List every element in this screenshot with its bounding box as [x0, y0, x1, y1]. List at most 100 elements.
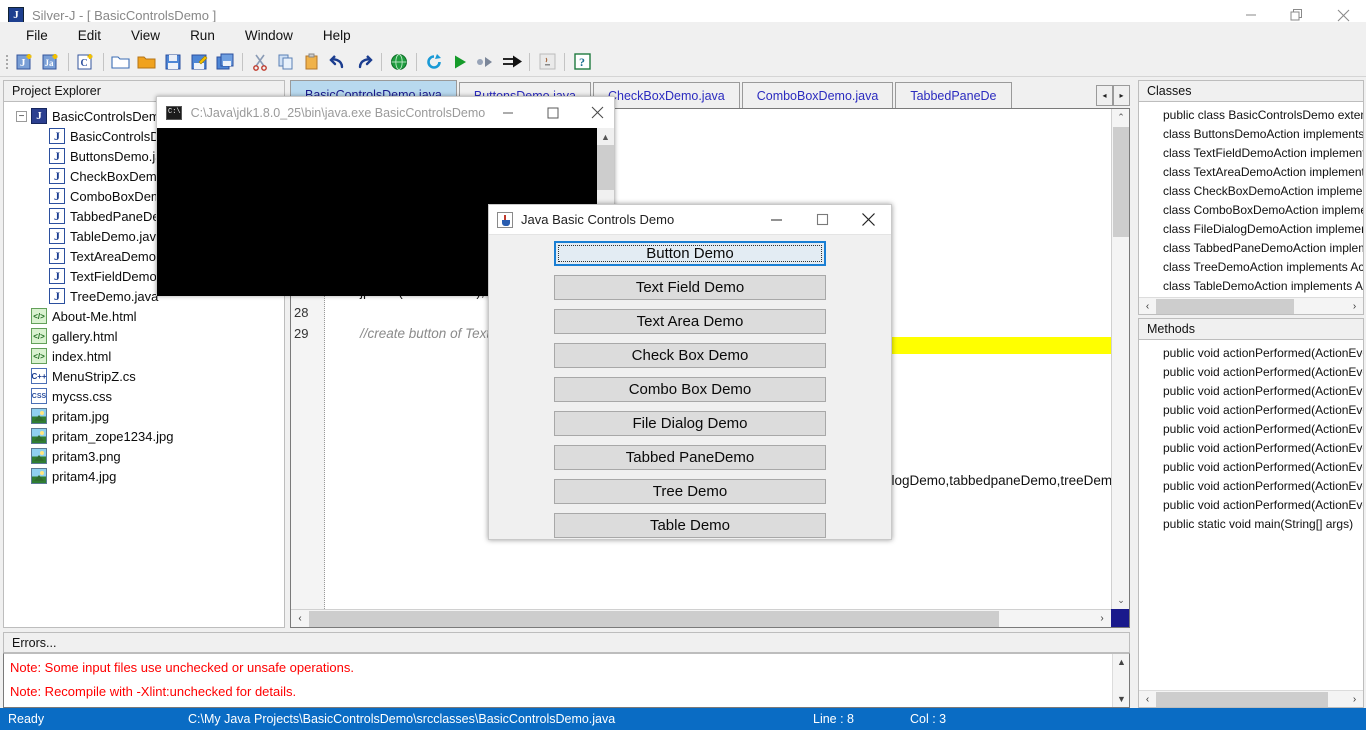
- redo-icon[interactable]: [351, 49, 377, 75]
- tree-item[interactable]: pritam_zope1234.jpg: [4, 426, 284, 446]
- method-list-item[interactable]: public void actionPerformed(ActionEvent …: [1139, 458, 1363, 477]
- horizontal-scroll-thumb[interactable]: [309, 610, 999, 627]
- tree-item[interactable]: CSS mycss.css: [4, 386, 284, 406]
- close-icon[interactable]: [845, 205, 891, 235]
- minimize-icon[interactable]: [485, 97, 530, 128]
- cut-icon[interactable]: [247, 49, 273, 75]
- tree-item[interactable]: C++ MenuStripZ.cs: [4, 366, 284, 386]
- scroll-left-icon[interactable]: ‹: [1139, 298, 1156, 314]
- dialog-button-text-area-demo[interactable]: Text Area Demo: [554, 309, 826, 334]
- menu-edit[interactable]: Edit: [78, 28, 101, 43]
- class-list-item[interactable]: class TextAreaDemoAction implements Ac: [1139, 163, 1363, 182]
- dialog-button-button-demo[interactable]: Button Demo: [554, 241, 826, 266]
- method-list-item[interactable]: public void actionPerformed(ActionEvent …: [1139, 477, 1363, 496]
- class-list-item[interactable]: class CheckBoxDemoAction implements A: [1139, 182, 1363, 201]
- method-list-item[interactable]: public void actionPerformed(ActionEvent …: [1139, 363, 1363, 382]
- maximize-icon[interactable]: [530, 97, 575, 128]
- method-list-item[interactable]: public void actionPerformed(ActionEvent …: [1139, 496, 1363, 515]
- tree-item[interactable]: </> About-Me.html: [4, 306, 284, 326]
- dialog-button-check-box-demo[interactable]: Check Box Demo: [554, 343, 826, 368]
- java-basic-controls-dialog[interactable]: Java Basic Controls Demo Button Demo Text…: [488, 204, 892, 540]
- tree-expander-icon[interactable]: −: [16, 110, 27, 122]
- new-java-applet-icon[interactable]: Ja: [38, 49, 64, 75]
- globe-icon[interactable]: [386, 49, 412, 75]
- tree-item[interactable]: pritam3.png: [4, 446, 284, 466]
- method-list-item[interactable]: public void actionPerformed(ActionEvent …: [1139, 439, 1363, 458]
- save-icon[interactable]: [160, 49, 186, 75]
- copy-icon[interactable]: [273, 49, 299, 75]
- open-folder-icon[interactable]: [108, 49, 134, 75]
- help-icon[interactable]: ?: [569, 49, 595, 75]
- refresh-icon[interactable]: [421, 49, 447, 75]
- menu-file[interactable]: File: [26, 28, 48, 43]
- method-list-item[interactable]: public static void main(String[] args): [1139, 515, 1363, 534]
- paste-icon[interactable]: [299, 49, 325, 75]
- scroll-right-icon[interactable]: ›: [1346, 298, 1363, 314]
- classes-panel-body[interactable]: public class BasicControlsDemo extends J…: [1138, 102, 1364, 315]
- compile-icon[interactable]: [499, 49, 525, 75]
- scroll-up-icon[interactable]: ⌃: [1112, 109, 1129, 126]
- maximize-icon[interactable]: [799, 205, 845, 235]
- errors-panel-body[interactable]: Note: Some input files use unchecked or …: [3, 653, 1130, 708]
- class-list-item[interactable]: public class BasicControlsDemo extends J: [1139, 106, 1363, 125]
- vertical-scroll-thumb[interactable]: [1113, 127, 1129, 237]
- dialog-button-tree-demo[interactable]: Tree Demo: [554, 479, 826, 504]
- scroll-down-icon[interactable]: ⌄: [1112, 592, 1129, 609]
- scroll-left-icon[interactable]: ‹: [291, 610, 309, 627]
- new-java-file-icon[interactable]: J: [12, 49, 38, 75]
- dialog-button-combo-box-demo[interactable]: Combo Box Demo: [554, 377, 826, 402]
- console-scroll-thumb[interactable]: [597, 145, 614, 190]
- tree-item[interactable]: </> index.html: [4, 346, 284, 366]
- method-list-item[interactable]: public void actionPerformed(ActionEvent …: [1139, 420, 1363, 439]
- step-icon[interactable]: [473, 49, 499, 75]
- menu-view[interactable]: View: [131, 28, 160, 43]
- methods-scroll-thumb[interactable]: [1156, 691, 1328, 707]
- class-list-item[interactable]: class TabbedPaneDemoAction implements: [1139, 239, 1363, 258]
- dialog-button-tabbed-panedemo[interactable]: Tabbed PaneDemo: [554, 445, 826, 470]
- classes-horizontal-scrollbar[interactable]: ‹ ›: [1139, 297, 1363, 314]
- scroll-left-icon[interactable]: ‹: [1139, 691, 1156, 707]
- java-applet-icon[interactable]: [534, 49, 560, 75]
- undo-icon[interactable]: [325, 49, 351, 75]
- class-list-item[interactable]: class TextFieldDemoAction implements Ac: [1139, 144, 1363, 163]
- scroll-up-icon[interactable]: ▲: [597, 128, 614, 145]
- tab-prev-icon[interactable]: ◂: [1096, 85, 1113, 106]
- menu-help[interactable]: Help: [323, 28, 351, 43]
- tree-item[interactable]: </> gallery.html: [4, 326, 284, 346]
- scroll-down-icon[interactable]: ▼: [1113, 691, 1129, 707]
- tree-item[interactable]: pritam.jpg: [4, 406, 284, 426]
- open-project-icon[interactable]: [134, 49, 160, 75]
- editor-vertical-scrollbar[interactable]: ⌃ ⌄: [1111, 109, 1129, 609]
- errors-vertical-scrollbar[interactable]: ▲ ▼: [1112, 654, 1129, 707]
- editor-horizontal-scrollbar[interactable]: ‹ ›: [291, 609, 1111, 627]
- save-as-icon[interactable]: [186, 49, 212, 75]
- class-list-item[interactable]: class ComboBoxDemoAction implements A: [1139, 201, 1363, 220]
- close-icon[interactable]: [575, 97, 620, 128]
- dialog-button-table-demo[interactable]: Table Demo: [554, 513, 826, 538]
- class-list-item[interactable]: class FileDialogDemoAction implements Ac: [1139, 220, 1363, 239]
- editor-tab-3[interactable]: ComboBoxDemo.java: [741, 82, 894, 108]
- tree-item[interactable]: pritam4.jpg: [4, 466, 284, 486]
- menu-window[interactable]: Window: [245, 28, 293, 43]
- scroll-right-icon[interactable]: ›: [1346, 691, 1363, 707]
- method-list-item[interactable]: public void actionPerformed(ActionEvent …: [1139, 382, 1363, 401]
- class-list-item[interactable]: class TreeDemoAction implements ActionL: [1139, 258, 1363, 277]
- method-list-item[interactable]: public void actionPerformed(ActionEvent …: [1139, 401, 1363, 420]
- run-icon[interactable]: [447, 49, 473, 75]
- method-list-item[interactable]: public void actionPerformed(ActionEvent …: [1139, 344, 1363, 363]
- dialog-button-text-field-demo[interactable]: Text Field Demo: [554, 275, 826, 300]
- new-c-file-icon[interactable]: C: [73, 49, 99, 75]
- methods-horizontal-scrollbar[interactable]: ‹ ›: [1139, 690, 1363, 707]
- class-list-item[interactable]: class TableDemoAction implements Action: [1139, 277, 1363, 296]
- scroll-right-icon[interactable]: ›: [1093, 610, 1111, 627]
- dialog-button-file-dialog-demo[interactable]: File Dialog Demo: [554, 411, 826, 436]
- save-all-icon[interactable]: [212, 49, 238, 75]
- toolbar-grip[interactable]: [3, 51, 12, 73]
- scroll-up-icon[interactable]: ▲: [1113, 654, 1129, 670]
- minimize-icon[interactable]: [753, 205, 799, 235]
- methods-panel-body[interactable]: public void actionPerformed(ActionEvent …: [1138, 340, 1364, 708]
- editor-tab-4[interactable]: TabbedPaneDe: [895, 82, 1012, 108]
- class-list-item[interactable]: class ButtonsDemoAction implements Actio: [1139, 125, 1363, 144]
- classes-scroll-thumb[interactable]: [1156, 298, 1294, 314]
- tab-next-icon[interactable]: ▸: [1113, 85, 1130, 106]
